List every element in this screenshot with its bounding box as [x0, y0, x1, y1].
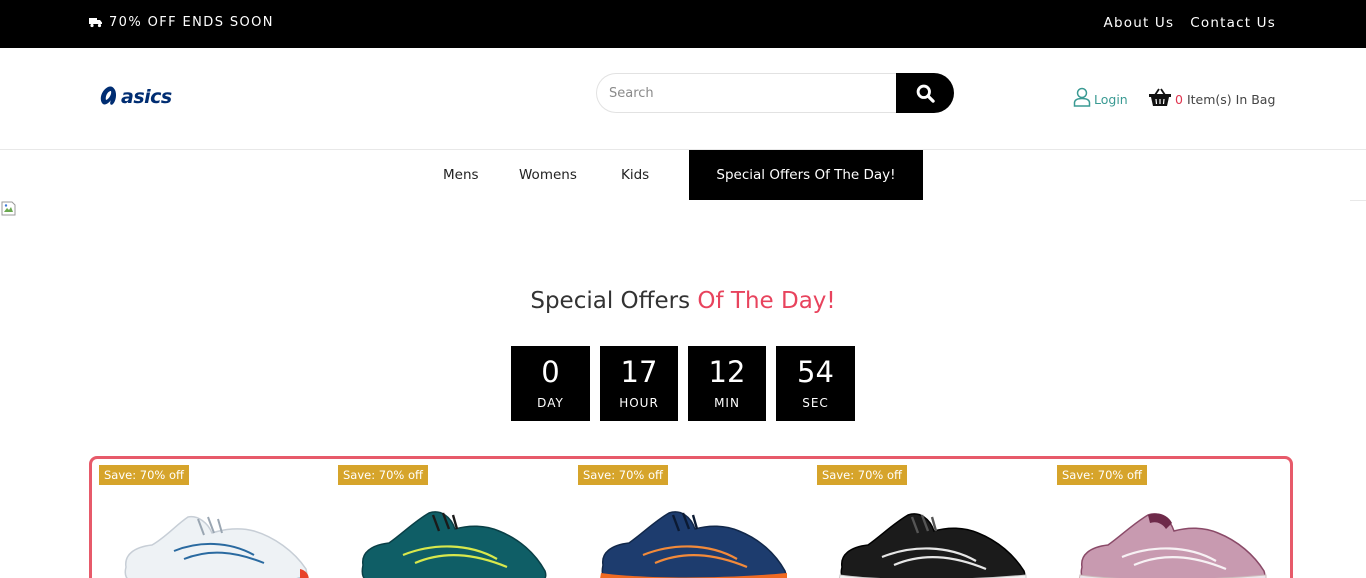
promo-banner: 70% OFF ENDS SOON — [89, 15, 274, 30]
pink-running-shoe-icon — [1078, 513, 1267, 578]
countdown-value: 12 — [708, 355, 746, 389]
countdown-days: 0 DAY — [511, 346, 590, 421]
nav-item-kids[interactable]: Kids — [621, 167, 649, 183]
promo-text: 70% OFF ENDS SOON — [109, 15, 274, 30]
white-running-shoe-icon — [124, 515, 309, 578]
nav-item-mens[interactable]: Mens — [443, 167, 479, 183]
discount-badge: Save: 70% off — [1057, 465, 1147, 485]
login-label: Login — [1094, 92, 1128, 107]
logo-text: asics — [121, 86, 172, 108]
special-offers-heading: Special Offers Of The Day! — [0, 288, 1366, 314]
basket-icon — [1149, 88, 1171, 106]
countdown-hours: 17 HOUR — [600, 346, 678, 421]
discount-badge: Save: 70% off — [578, 465, 668, 485]
shopping-bag[interactable]: 0 Item(s) In Bag — [1149, 87, 1275, 107]
countdown-unit: HOUR — [619, 396, 659, 410]
heading-accent: Of The Day! — [697, 288, 836, 314]
teal-running-shoe-icon — [361, 511, 547, 578]
login-link[interactable]: Login — [1073, 87, 1128, 107]
search-bar — [596, 73, 954, 113]
about-us-link[interactable]: About Us — [1104, 15, 1175, 31]
broken-image-icon — [1, 201, 16, 216]
asics-logo[interactable]: asics — [99, 82, 175, 108]
navy-orange-running-shoe-icon — [600, 511, 787, 578]
countdown-value: 54 — [797, 355, 834, 389]
discount-badge: Save: 70% off — [817, 465, 907, 485]
contact-us-link[interactable]: Contact Us — [1190, 15, 1276, 31]
search-icon — [916, 84, 935, 103]
countdown-unit: DAY — [537, 396, 564, 410]
countdown-timer: 0 DAY 17 HOUR 12 MIN 54 SEC — [511, 346, 856, 421]
countdown-value: 17 — [620, 355, 658, 389]
countdown-value: 0 — [541, 355, 560, 389]
top-links: About Us Contact Us — [1104, 15, 1276, 31]
countdown-seconds: 54 SEC — [776, 346, 855, 421]
search-input[interactable] — [596, 73, 906, 113]
user-icon — [1073, 87, 1091, 107]
heading-plain: Special Offers — [530, 288, 698, 314]
main-nav: Mens Womens Kids Special Offers Of The D… — [0, 150, 1366, 200]
offer-product-grid: Save: 70% off Save: 70% off Save: 70% of… — [89, 456, 1293, 578]
product-card[interactable]: Save: 70% off — [812, 459, 1051, 578]
nav-item-special-offers[interactable]: Special Offers Of The Day! — [689, 150, 923, 200]
black-running-shoe-icon — [838, 513, 1027, 578]
countdown-unit: SEC — [802, 396, 829, 410]
discount-badge: Save: 70% off — [99, 465, 189, 485]
discount-badge: Save: 70% off — [338, 465, 428, 485]
bag-label: Item(s) In Bag — [1186, 92, 1276, 107]
promo-bar: 70% OFF ENDS SOON About Us Contact Us — [0, 0, 1366, 48]
product-card[interactable]: Save: 70% off — [94, 459, 333, 578]
nav-item-womens[interactable]: Womens — [519, 167, 577, 183]
countdown-minutes: 12 MIN — [688, 346, 766, 421]
truck-icon — [89, 18, 102, 28]
product-card[interactable]: Save: 70% off — [1052, 459, 1290, 578]
search-button[interactable] — [896, 73, 954, 113]
product-card[interactable]: Save: 70% off — [333, 459, 572, 578]
countdown-unit: MIN — [714, 396, 740, 410]
site-header: asics Login 0 Item(s) In Bag — [0, 48, 1366, 150]
bag-count: 0 — [1175, 92, 1183, 107]
divider — [1350, 200, 1366, 201]
product-card[interactable]: Save: 70% off — [573, 459, 812, 578]
